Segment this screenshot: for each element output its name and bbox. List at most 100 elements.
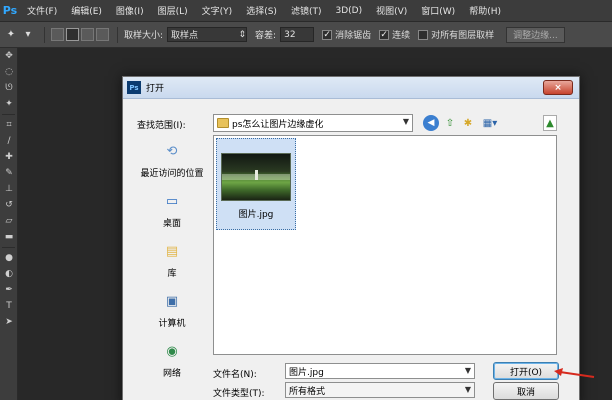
tool-preset-arrow-icon[interactable]: ▾	[21, 28, 35, 42]
menu-bar: Ps 文件(F) 编辑(E) 图像(I) 图层(L) 文字(Y) 选择(S) 滤…	[0, 0, 612, 22]
file-item[interactable]: 图片.jpg	[216, 138, 296, 230]
tolerance-label: 容差:	[255, 31, 277, 41]
place-recent[interactable]: ⟲ 最近访问的位置	[135, 135, 209, 185]
file-list: 图片.jpg	[213, 135, 557, 355]
options-bar: ✦ ▾ 取样大小: 取样点 ⇕ 容差: 32 ✓ 消除锯齿 ✓ 连续 对所有图层取样 …	[0, 22, 612, 48]
image-thumbnail	[221, 153, 291, 201]
move-tool-icon[interactable]: ✥	[0, 48, 18, 64]
place-libraries[interactable]: ▤ 库	[135, 235, 209, 285]
divider	[44, 26, 45, 43]
healing-brush-icon[interactable]: ✚	[0, 149, 18, 165]
subtract-selection-button[interactable]	[81, 28, 94, 41]
all-layers-label: 对所有图层取样	[431, 31, 495, 41]
menu-select[interactable]: 选择(S)	[239, 4, 284, 17]
magic-wand-tool-icon[interactable]: ✦	[0, 96, 18, 112]
cancel-button[interactable]: 取消	[493, 382, 559, 400]
dodge-tool-icon[interactable]: ◐	[0, 266, 18, 282]
desktop-icon: ▭	[165, 193, 179, 209]
chevron-down-icon: ▼	[464, 385, 471, 394]
refine-edge-button[interactable]: 调整边缘...	[506, 26, 565, 43]
checkmark-icon: ✓	[379, 29, 390, 40]
tolerance-input[interactable]: 32	[280, 27, 315, 42]
look-in-select[interactable]: ps怎么让图片边缘虚化 ▼	[213, 114, 413, 132]
computer-icon: ▣	[165, 293, 179, 309]
place-desktop[interactable]: ▭ 桌面	[135, 185, 209, 235]
folder-icon	[217, 118, 229, 128]
antialias-checkbox[interactable]: ✓ 消除锯齿	[322, 28, 371, 41]
file-name: 图片.jpg	[238, 210, 274, 220]
empty-checkbox-icon	[418, 29, 429, 40]
sample-size-value: 取样点	[171, 31, 199, 41]
tools-panel: ✥ ◌ ᘎ ✦ ⌗ ∕ ✚ ✎ ⊥ ↺ ▱ ▬ ● ◐ ✒ T ➤	[0, 48, 18, 400]
network-icon: ◉	[166, 343, 178, 359]
menu-file[interactable]: 文件(F)	[20, 4, 64, 17]
new-folder-icon[interactable]: ✱	[460, 115, 476, 131]
up-folder-icon[interactable]: ⇧	[443, 115, 457, 131]
gradient-tool-icon[interactable]: ▬	[0, 229, 18, 245]
file-name-value: 图片.jpg	[289, 367, 324, 378]
file-type-select[interactable]: 所有格式 ▼	[285, 382, 475, 398]
recent-places-icon: ⟲	[166, 143, 178, 159]
libraries-icon: ▤	[165, 243, 179, 259]
photoshop-app-icon: Ps	[127, 81, 141, 94]
intersect-selection-button[interactable]	[96, 28, 109, 41]
place-label: 网络	[162, 369, 181, 379]
dialog-title: 打开	[146, 84, 165, 94]
divider	[2, 114, 15, 115]
marquee-tool-icon[interactable]: ◌	[0, 64, 18, 80]
close-icon[interactable]: ×	[543, 80, 573, 95]
divider	[117, 26, 118, 43]
menu-filter[interactable]: 滤镜(T)	[284, 4, 329, 17]
back-icon[interactable]: ◀	[423, 115, 439, 131]
menu-3d[interactable]: 3D(D)	[328, 6, 369, 16]
red-arrow-annotation	[554, 368, 595, 378]
menu-help[interactable]: 帮助(H)	[462, 4, 508, 17]
sample-size-select[interactable]: 取样点 ⇕	[167, 27, 248, 42]
lasso-tool-icon[interactable]: ᘎ	[0, 80, 18, 96]
open-button[interactable]: 打开(O)	[493, 362, 559, 380]
look-in-value: ps怎么让图片边缘虚化	[232, 119, 324, 130]
chevron-down-icon[interactable]: ▼	[465, 366, 471, 375]
new-selection-button[interactable]	[51, 28, 64, 41]
brush-tool-icon[interactable]: ✎	[0, 165, 18, 181]
crop-tool-icon[interactable]: ⌗	[0, 117, 18, 133]
menu-image[interactable]: 图像(I)	[109, 4, 151, 17]
file-name-label: 文件名(N):	[213, 370, 257, 380]
view-menu-icon[interactable]: ▦▾	[480, 115, 500, 131]
chevron-down-icon: ⇕	[238, 29, 247, 40]
contiguous-checkbox[interactable]: ✓ 连续	[379, 28, 410, 41]
menu-window[interactable]: 窗口(W)	[414, 4, 462, 17]
path-selection-icon[interactable]: ➤	[0, 314, 18, 330]
place-label: 库	[167, 269, 177, 279]
photoshop-logo: Ps	[2, 4, 18, 17]
antialias-label: 消除锯齿	[335, 31, 372, 41]
all-layers-checkbox[interactable]: 对所有图层取样	[418, 28, 494, 41]
file-type-value: 所有格式	[289, 386, 326, 397]
desktop-shortcut-icon[interactable]: ▲	[543, 115, 557, 131]
place-label: 计算机	[158, 319, 186, 329]
divider	[2, 247, 15, 248]
look-in-label: 查找范围(I):	[137, 121, 186, 131]
menu-view[interactable]: 视图(V)	[369, 4, 414, 17]
type-tool-icon[interactable]: T	[0, 298, 18, 314]
add-to-selection-button[interactable]	[66, 28, 79, 41]
menu-type[interactable]: 文字(Y)	[195, 4, 240, 17]
magic-wand-icon[interactable]: ✦	[4, 28, 18, 42]
history-brush-icon[interactable]: ↺	[0, 197, 18, 213]
checkmark-icon: ✓	[322, 29, 333, 40]
clone-stamp-icon[interactable]: ⊥	[0, 181, 18, 197]
place-network[interactable]: ◉ 网络	[135, 335, 209, 385]
chevron-down-icon: ▼	[402, 117, 409, 126]
places-bar: ⟲ 最近访问的位置 ▭ 桌面 ▤ 库 ▣ 计算机 ◉ 网络	[135, 135, 209, 380]
sample-size-label: 取样大小:	[124, 31, 164, 41]
blur-tool-icon[interactable]: ●	[0, 250, 18, 266]
pen-tool-icon[interactable]: ✒	[0, 282, 18, 298]
dialog-title-bar[interactable]: Ps 打开 ×	[123, 77, 579, 99]
menu-layer[interactable]: 图层(L)	[151, 4, 195, 17]
eraser-tool-icon[interactable]: ▱	[0, 213, 18, 229]
eyedropper-tool-icon[interactable]: ∕	[0, 133, 18, 149]
menu-edit[interactable]: 编辑(E)	[64, 4, 109, 17]
place-label: 桌面	[162, 219, 181, 229]
place-computer[interactable]: ▣ 计算机	[135, 285, 209, 335]
file-name-input[interactable]: 图片.jpg ▼	[285, 363, 475, 379]
